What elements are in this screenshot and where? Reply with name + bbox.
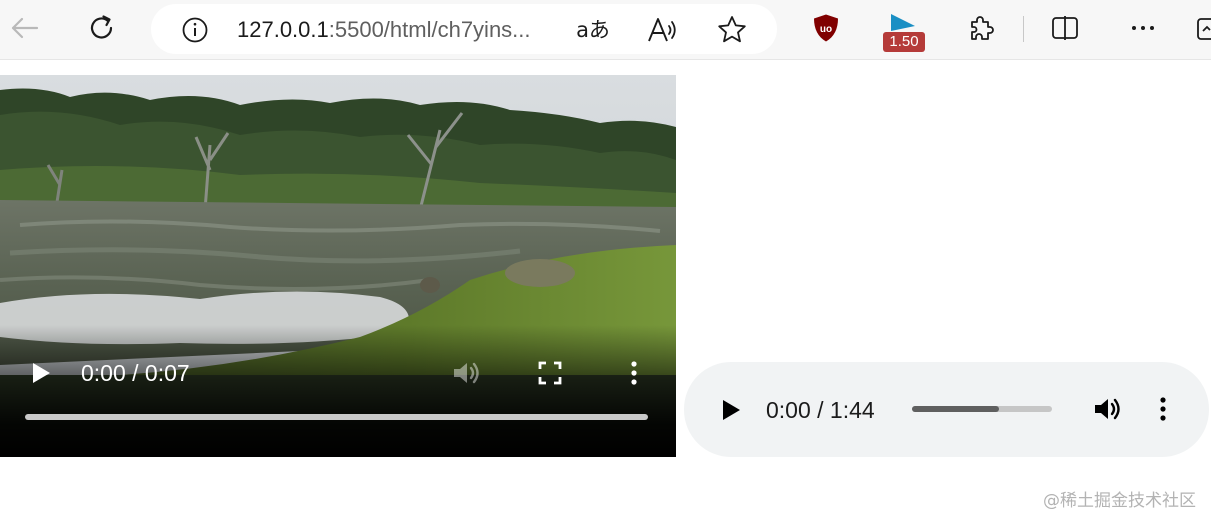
settings-more-button[interactable] [1125,10,1161,46]
controls-gradient [0,325,676,457]
watermark: @稀土掘金技术社区 [1043,491,1196,511]
site-info-icon[interactable] [181,16,209,44]
volume-icon [1095,398,1120,420]
audio-more-options-button[interactable] [1149,393,1177,425]
video-fullscreen-button[interactable] [535,358,565,388]
audio-time-display: 0:00 / 1:44 [766,397,875,423]
audio-progress-fill [912,406,999,412]
read-aloud-icon [648,18,676,42]
toolbar-divider [1023,16,1024,42]
back-button[interactable] [6,10,42,46]
audio-play-button[interactable] [716,395,746,425]
video-more-options-button[interactable] [620,358,648,388]
translate-button[interactable]: aあ [575,15,611,45]
ublock-shield-icon: uo [814,14,838,42]
url-host: 127.0.0.1 [237,17,329,42]
audio-progress-slider[interactable] [912,406,1052,412]
video-mute-button[interactable] [450,358,482,388]
more-options-icon [631,361,637,385]
extensions-button[interactable] [963,10,999,46]
split-screen-icon [1052,16,1078,40]
video-time-display: 0:00 / 0:07 [81,360,190,386]
video-progress-slider[interactable] [25,414,648,420]
sidebar-toggle-partial-icon[interactable] [1196,17,1211,41]
favorite-button[interactable] [714,13,750,47]
reload-icon [90,15,113,39]
speed-flag-icon [891,14,915,31]
reload-button[interactable] [84,10,120,46]
audio-volume-button[interactable] [1090,393,1124,425]
url-path: :5500/html/ch7yins... [328,17,531,42]
video-play-button[interactable] [26,358,56,388]
play-icon [33,363,50,383]
volume-icon [454,362,479,384]
more-horizontal-icon [1132,26,1154,30]
browser-toolbar: 127.0.0.1:5500/html/ch7yins... aあ uo 1.5… [0,0,1211,60]
play-icon [723,400,740,420]
audio-player[interactable]: 0:00 / 1:44 [684,362,1209,457]
more-options-icon [1160,397,1166,421]
star-icon [718,16,746,43]
read-aloud-button[interactable] [645,15,681,45]
split-screen-button[interactable] [1047,10,1083,46]
url-text[interactable]: 127.0.0.1:5500/html/ch7yins... [237,17,531,43]
video-speed-extension-button[interactable]: 1.50 [880,12,928,56]
fullscreen-icon [538,361,562,385]
ublock-extension-button[interactable]: uo [808,10,844,46]
address-bar[interactable]: 127.0.0.1:5500/html/ch7yins... aあ [151,4,777,54]
puzzle-icon [971,16,994,40]
video-player[interactable]: 0:00 / 0:07 [0,75,676,457]
back-arrow-icon [11,17,39,39]
speed-badge: 1.50 [883,32,925,52]
svg-text:uo: uo [820,24,832,35]
